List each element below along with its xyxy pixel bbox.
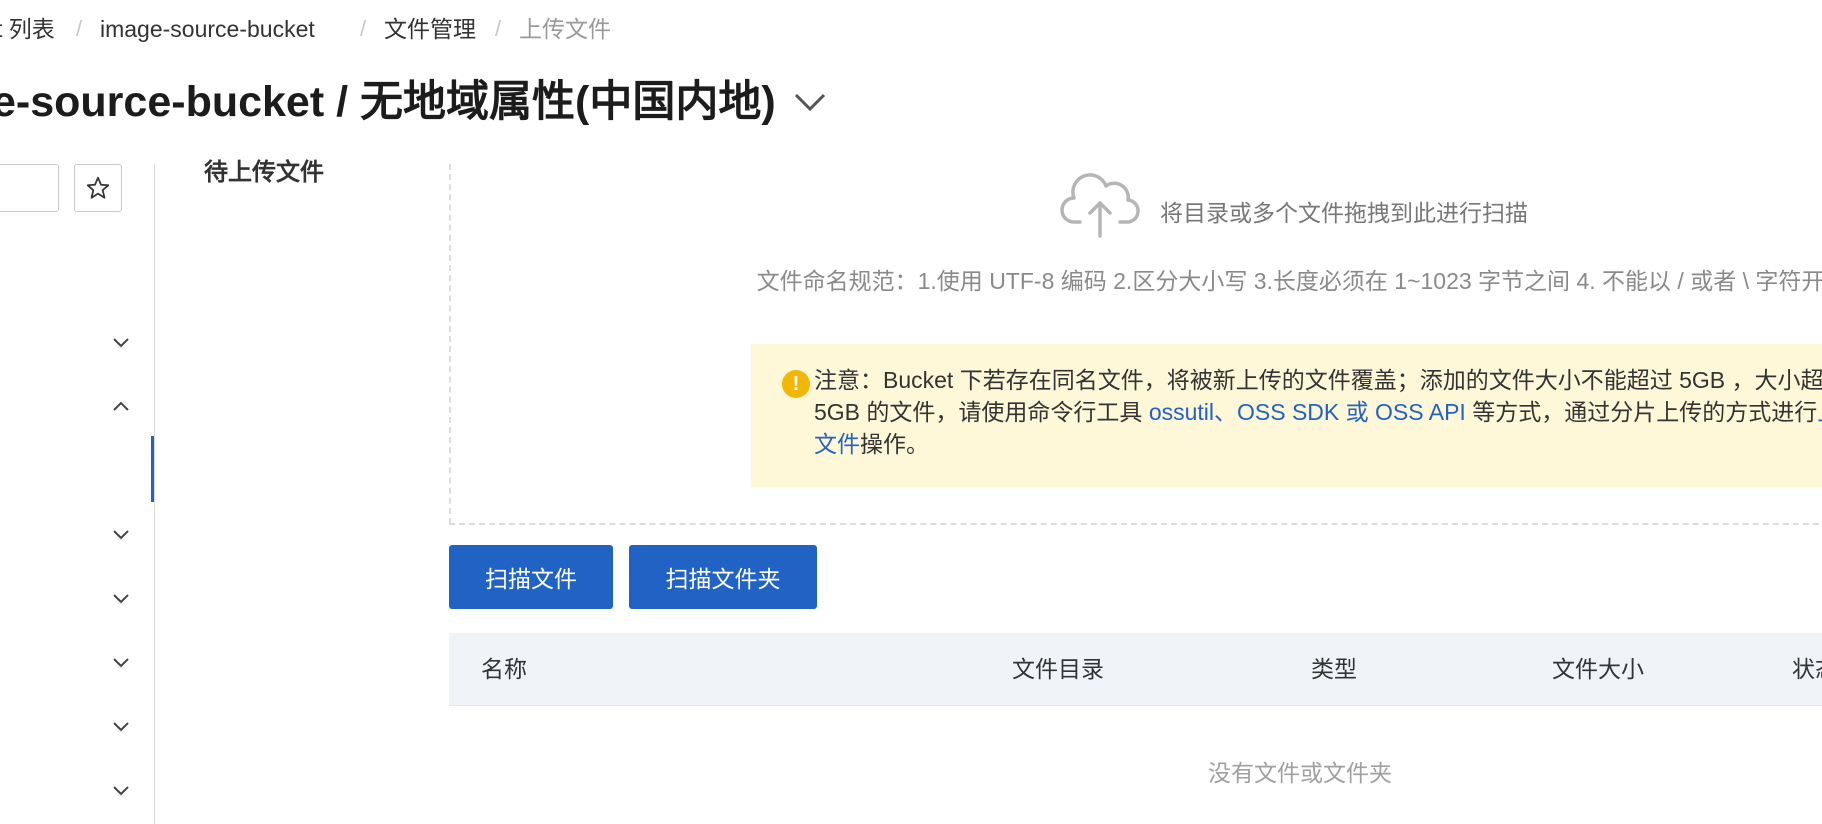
page-title: e-source-bucket / 无地域属性(中国内地) — [0, 78, 776, 126]
empty-state-text: 没有文件或文件夹 — [1208, 760, 1392, 786]
favorite-button[interactable] — [74, 164, 122, 212]
column-header-type: 类型 — [1311, 656, 1357, 682]
column-header-size: 文件大小 — [1552, 656, 1644, 682]
column-header-name: 名称 — [481, 656, 527, 682]
breadcrumb-file-management[interactable]: 文件管理 — [384, 14, 476, 44]
chevron-down-icon[interactable] — [106, 520, 136, 550]
scan-folder-button[interactable]: 扫描文件夹 — [629, 545, 817, 609]
dropzone-border — [449, 164, 451, 524]
breadcrumb-separator: / — [360, 16, 367, 41]
sidebar-active-indicator — [151, 436, 154, 502]
chevron-down-icon[interactable] — [106, 712, 136, 742]
column-header-directory: 文件目录 — [1012, 656, 1104, 682]
cloud-upload-icon[interactable] — [1060, 172, 1140, 238]
notice-text-part: 操作。 — [860, 431, 929, 457]
section-label: 待上传文件 — [204, 159, 324, 186]
notice-text: 注意：Bucket 下若存在同名文件，将被新上传的文件覆盖；添加的文件大小不能超… — [814, 364, 1822, 460]
sdk-tools-link[interactable]: ossutil、OSS SDK 或 OSS API — [1149, 399, 1466, 425]
chevron-up-icon[interactable] — [106, 391, 136, 421]
drop-hint: 将目录或多个文件拖拽到此进行扫描 — [1160, 200, 1528, 226]
sidebar-search-input[interactable] — [0, 164, 59, 212]
dropzone-border — [449, 523, 1822, 525]
warning-icon: ! — [782, 370, 810, 398]
chevron-down-icon[interactable] — [106, 776, 136, 806]
naming-rule: 文件命名规范：1.使用 UTF-8 编码 2.区分大小写 3.长度必须在 1~1… — [756, 268, 1822, 294]
sidebar-divider — [154, 164, 155, 824]
breadcrumb-separator: / — [76, 16, 83, 41]
chevron-down-icon[interactable] — [106, 584, 136, 614]
column-header-status: 状态 — [1792, 656, 1822, 682]
star-icon — [86, 176, 110, 199]
breadcrumb-bucket-list[interactable]: t 列表 — [0, 14, 55, 44]
chevron-down-icon[interactable] — [106, 328, 136, 358]
breadcrumb-bucket-name[interactable]: image-source-bucket — [100, 14, 315, 44]
chevron-down-icon[interactable] — [790, 82, 830, 122]
notice-text-part: 等方式，通过分片上传的方式进行 — [1465, 399, 1818, 425]
scan-files-button[interactable]: 扫描文件 — [449, 545, 613, 609]
chevron-down-icon[interactable] — [106, 648, 136, 678]
breadcrumb-current: 上传文件 — [519, 16, 611, 42]
breadcrumb-separator: / — [495, 16, 502, 41]
